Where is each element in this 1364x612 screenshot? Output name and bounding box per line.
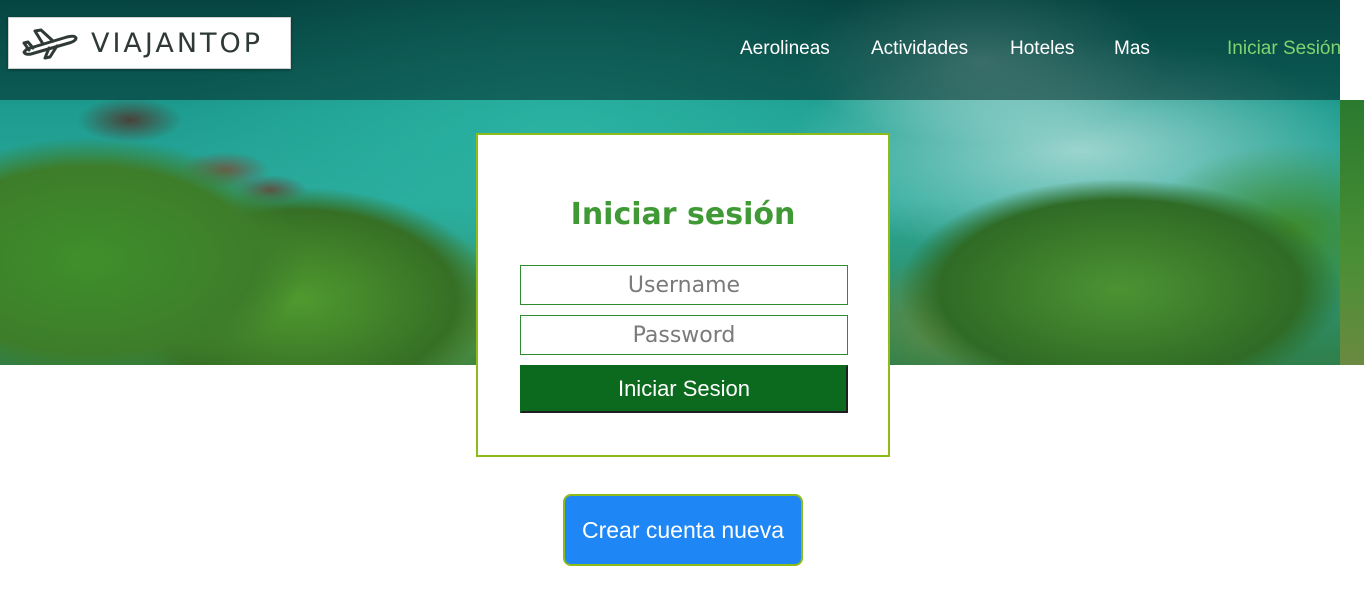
brand-name: VIAJANTOP [91,27,264,59]
airplane-icon [22,28,78,60]
hero-background-edge [1340,100,1364,365]
nav-item-hoteles[interactable]: Hoteles [1010,38,1074,60]
login-title: Iniciar sesión [570,197,796,232]
nav-item-actividades[interactable]: Actividades [871,38,968,60]
topbar-edge [1340,0,1364,100]
create-account-button[interactable]: Crear cuenta nueva [563,494,803,566]
brand-logo[interactable]: VIAJANTOP [8,17,291,69]
nav-item-mas[interactable]: Mas [1114,38,1150,60]
username-input[interactable] [520,265,848,305]
login-card: Iniciar sesión Iniciar Sesion [476,133,890,457]
password-input[interactable] [520,315,848,355]
login-submit-button[interactable]: Iniciar Sesion [520,365,848,413]
nav-login-link[interactable]: Iniciar Sesión [1227,38,1341,60]
nav-item-aerolineas[interactable]: Aerolineas [740,38,830,60]
